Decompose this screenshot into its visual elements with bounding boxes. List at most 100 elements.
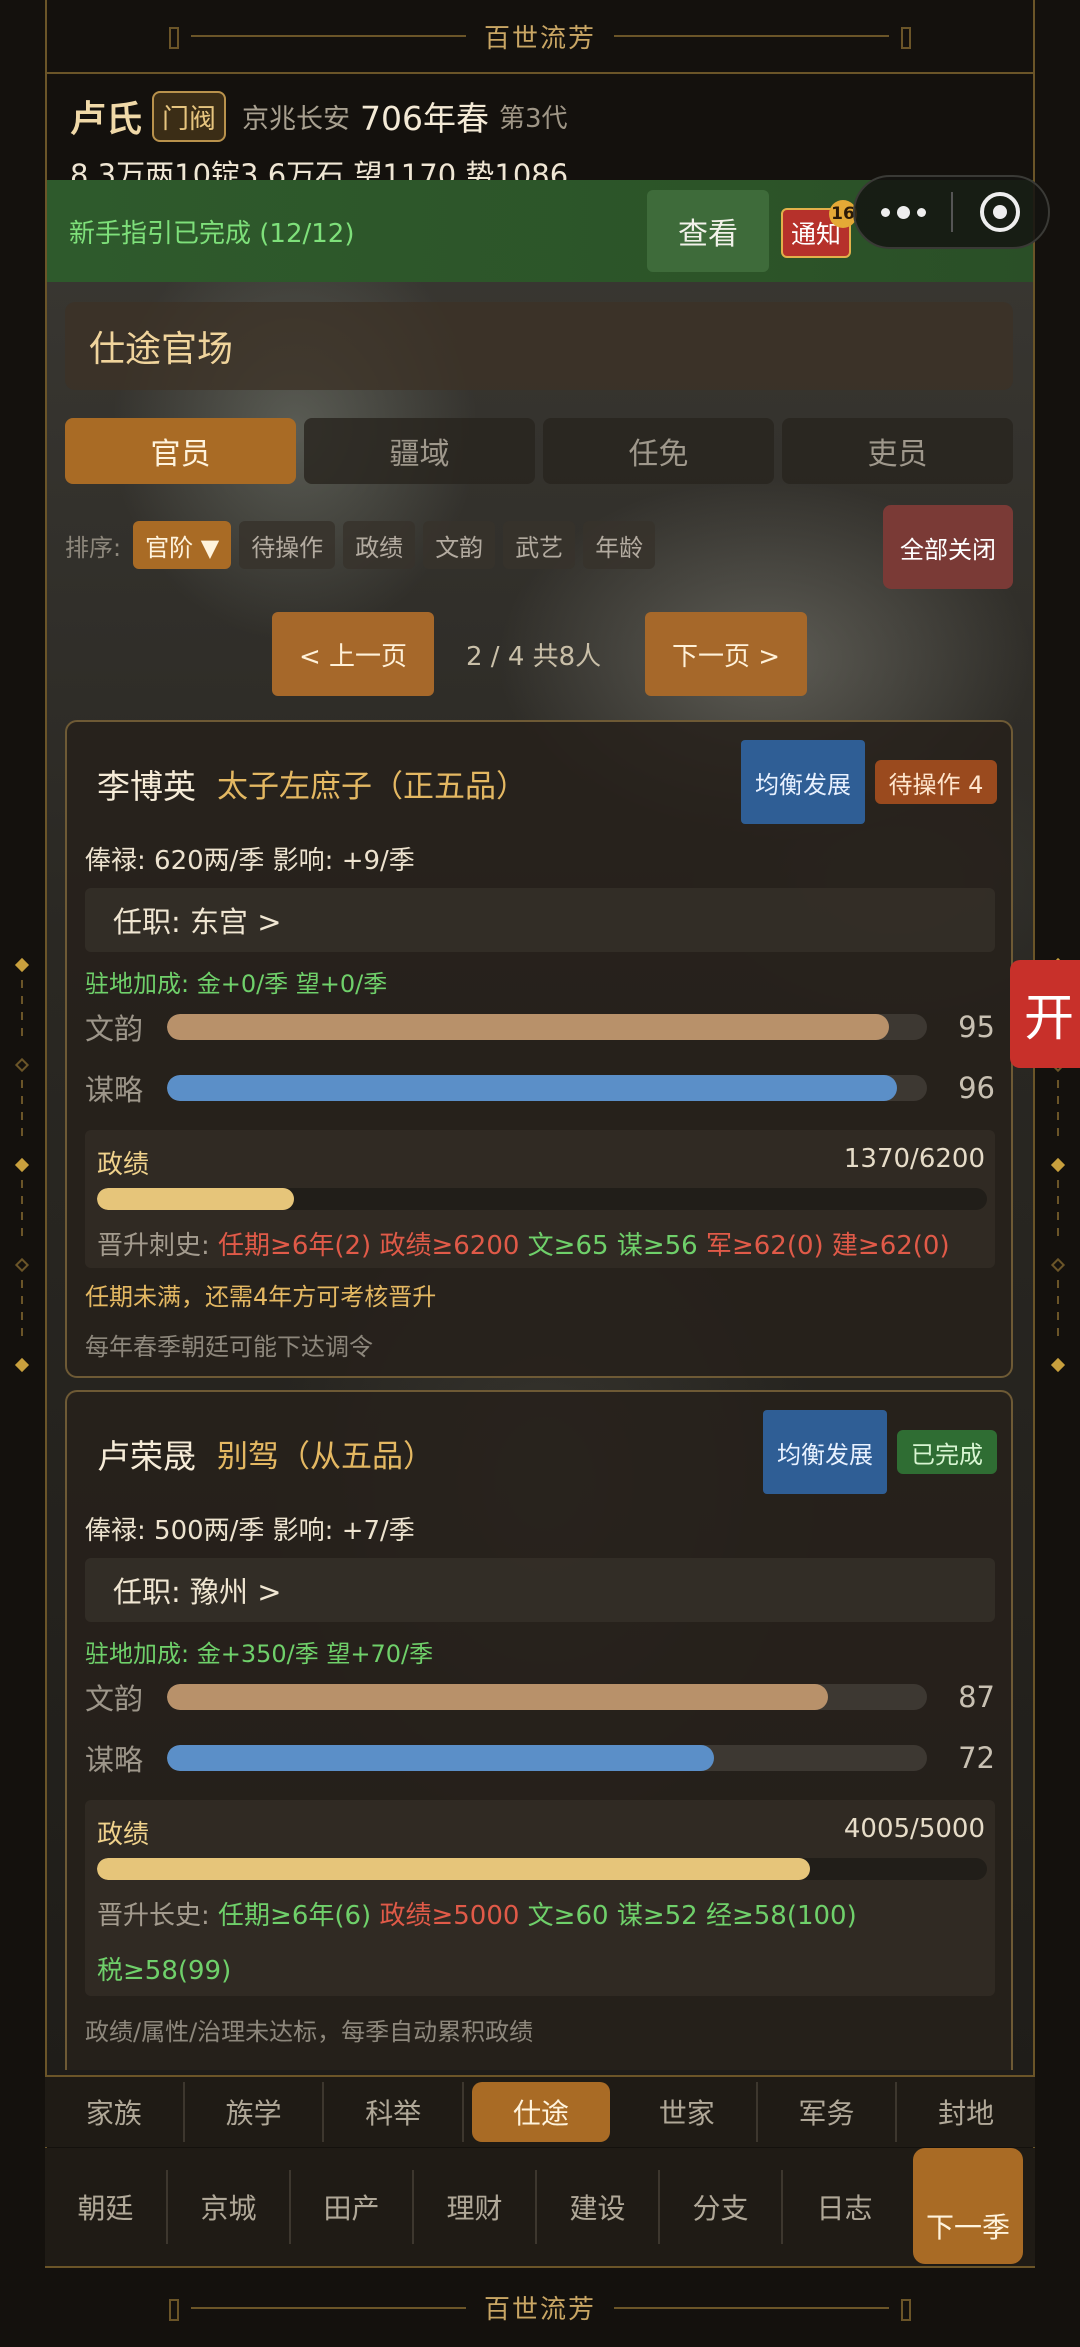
merit-fill [97,1858,810,1880]
requirement-item: 晋升刺史: [97,1231,219,1261]
merit-fill [97,1188,294,1210]
requirement-item: 任期≥6年(6) [218,1901,380,1931]
merit-note: 政绩/属性/治理未达标，每季自动累积政绩 [85,2018,534,2046]
tab-officials[interactable]: 官员 [65,418,296,484]
next-page-button[interactable]: 下一页 > [645,612,807,696]
page-info: 2 / 4 共8人 [466,641,602,672]
next-season-button[interactable]: 下一季 [913,2148,1023,2264]
stat-label: 谋略 [85,1743,144,1777]
nav-military[interactable]: 军务 [758,2082,898,2142]
official-title: 太子左庶子（正五品） [217,769,527,805]
view-button[interactable]: 查看 [647,190,769,272]
official-card: 李博英 太子左庶子（正五品） 均衡发展 待操作 4 俸禄: 620两/季 影响:… [65,720,1013,1378]
close-all-button[interactable]: 全部关闭 [883,505,1013,589]
merit-panel: 政绩 4005/5000 晋升长史: 任期≥6年(6) 政绩≥5000 文≥60… [85,1800,995,1996]
post-selector[interactable]: 任职: 东宫 > [85,888,995,952]
tab-territory[interactable]: 疆域 [304,418,535,484]
bottom-title-bar: 百世流芳 [45,2266,1035,2347]
requirement-item: 文≥65 [527,1231,617,1261]
stat-value: 87 [958,1680,995,1714]
current-year: 706年春 [360,99,490,138]
requirement-item: 晋升长史: [97,1901,219,1931]
title-rule-right [614,2298,911,2321]
nav-construction[interactable]: 建设 [537,2170,660,2244]
stat-value: 96 [958,1071,995,1105]
merit-track [97,1188,987,1210]
more-menu-icon[interactable] [855,205,951,219]
frame-border-right [1033,0,1035,2347]
nav-finance[interactable]: 理财 [414,2170,537,2244]
official-name: 李博英 [97,767,196,806]
top-title-bar: 百世流芳 [45,0,1035,74]
sort-by-age[interactable]: 年龄 [583,521,656,569]
stat-track [167,1745,927,1771]
clan-surname: 卢氏 [70,99,143,140]
sort-by-rank[interactable]: 官阶 ▼ [133,521,232,569]
side-open-tab[interactable]: 开 [1010,960,1080,1068]
sort-by-merit[interactable]: 政绩 [343,521,416,569]
stat-fill [167,1745,715,1771]
prev-page-button[interactable]: < 上一页 [272,612,434,696]
nav-family[interactable]: 家族 [45,2082,185,2142]
nav-noble-houses[interactable]: 世家 [618,2082,758,2142]
sort-bar: 排序: 官阶 ▼ 待操作 政绩 文韵 武艺 年龄 [65,520,656,570]
sort-by-pending[interactable]: 待操作 [239,521,336,569]
court-note: 每年春季朝廷可能下达调令 [85,1333,373,1361]
title-rule-right [614,27,911,49]
tab-clerks[interactable]: 吏员 [782,418,1013,484]
section-tabs: 官员 疆域 任免 吏员 [65,418,1013,484]
page-title: 仕途官场 [65,302,1013,390]
post-bonus: 驻地加成: 金+0/季 望+0/季 [85,970,388,998]
tab-appointments[interactable]: 任免 [543,418,774,484]
status-badge[interactable]: 已完成 [897,1430,997,1474]
requirement-item: 文≥60 [527,1901,617,1931]
nav-court[interactable]: 朝廷 [45,2170,168,2244]
merit-panel: 政绩 1370/6200 晋升刺史: 任期≥6年(2) 政绩≥6200 文≥65… [85,1130,995,1268]
requirement-item: 谋≥56 [616,1231,706,1261]
pagination: < 上一页 2 / 4 共8人 下一页 > [0,612,1080,696]
requirement-item: 建≥62(0) [831,1231,950,1261]
side-ornament-left [12,957,32,1380]
stat-fill [167,1014,889,1040]
stat-literary: 文韵 87 [85,1677,995,1717]
stat-strategy: 谋略 72 [85,1738,995,1778]
nav-estate[interactable]: 田产 [291,2170,414,2244]
sort-by-martial[interactable]: 武艺 [503,521,576,569]
merit-value: 4005/5000 [843,1814,985,1844]
status-badge[interactable]: 待操作 4 [875,760,997,804]
promotion-requirements: 晋升长史: 任期≥6年(6) 政绩≥5000 文≥60 谋≥52 经≥58(10… [97,1895,857,1932]
promotion-requirements: 晋升刺史: 任期≥6年(2) 政绩≥6200 文≥65 谋≥56 军≥62(0)… [97,1225,950,1262]
requirement-item: 税≥58(99) [97,1956,232,1986]
nav-branches[interactable]: 分支 [660,2170,783,2244]
stat-track [167,1014,927,1040]
official-card: 卢荣晟 别驾（从五品） 均衡发展 已完成 俸禄: 500两/季 影响: +7/季… [65,1390,1013,2070]
sort-by-literary[interactable]: 文韵 [423,521,496,569]
nav-career[interactable]: 仕途 [472,2082,610,2142]
nav-clan-school[interactable]: 族学 [185,2082,325,2142]
post-bonus: 驻地加成: 金+350/季 望+70/季 [85,1640,434,1668]
sort-label: 排序: [65,533,122,562]
official-name: 卢荣晟 [97,1437,196,1476]
miniprogram-capsule [853,175,1050,249]
stat-literary: 文韵 95 [85,1007,995,1047]
primary-nav: 家族 族学 科举 仕途 世家 军务 封地 [45,2075,1035,2147]
merit-track [97,1858,987,1880]
frame-border-left [45,0,47,2347]
nav-capital[interactable]: 京城 [168,2170,291,2244]
nav-log[interactable]: 日志 [783,2170,906,2244]
post-selector[interactable]: 任职: 豫州 > [85,1558,995,1622]
tenure-note: 任期未满，还需4年方可考核晋升 [85,1283,437,1311]
merit-value: 1370/6200 [843,1144,985,1174]
promotion-requirements-cont: 税≥58(99) [97,1950,231,1987]
requirement-item: 经≥58(100) [705,1901,857,1931]
nav-fief[interactable]: 封地 [897,2082,1035,2142]
clan-location: 京兆长安 [242,103,351,135]
development-style-button[interactable]: 均衡发展 [741,740,865,824]
close-miniprogram-icon[interactable] [953,192,1048,232]
merit-label: 政绩 [97,1150,150,1180]
app-brand-top: 百世流芳 [483,23,596,54]
development-style-button[interactable]: 均衡发展 [763,1410,887,1494]
requirement-item: 谋≥52 [616,1901,706,1931]
requirement-item: 任期≥6年(2) [218,1231,380,1261]
nav-exam[interactable]: 科举 [324,2082,465,2142]
